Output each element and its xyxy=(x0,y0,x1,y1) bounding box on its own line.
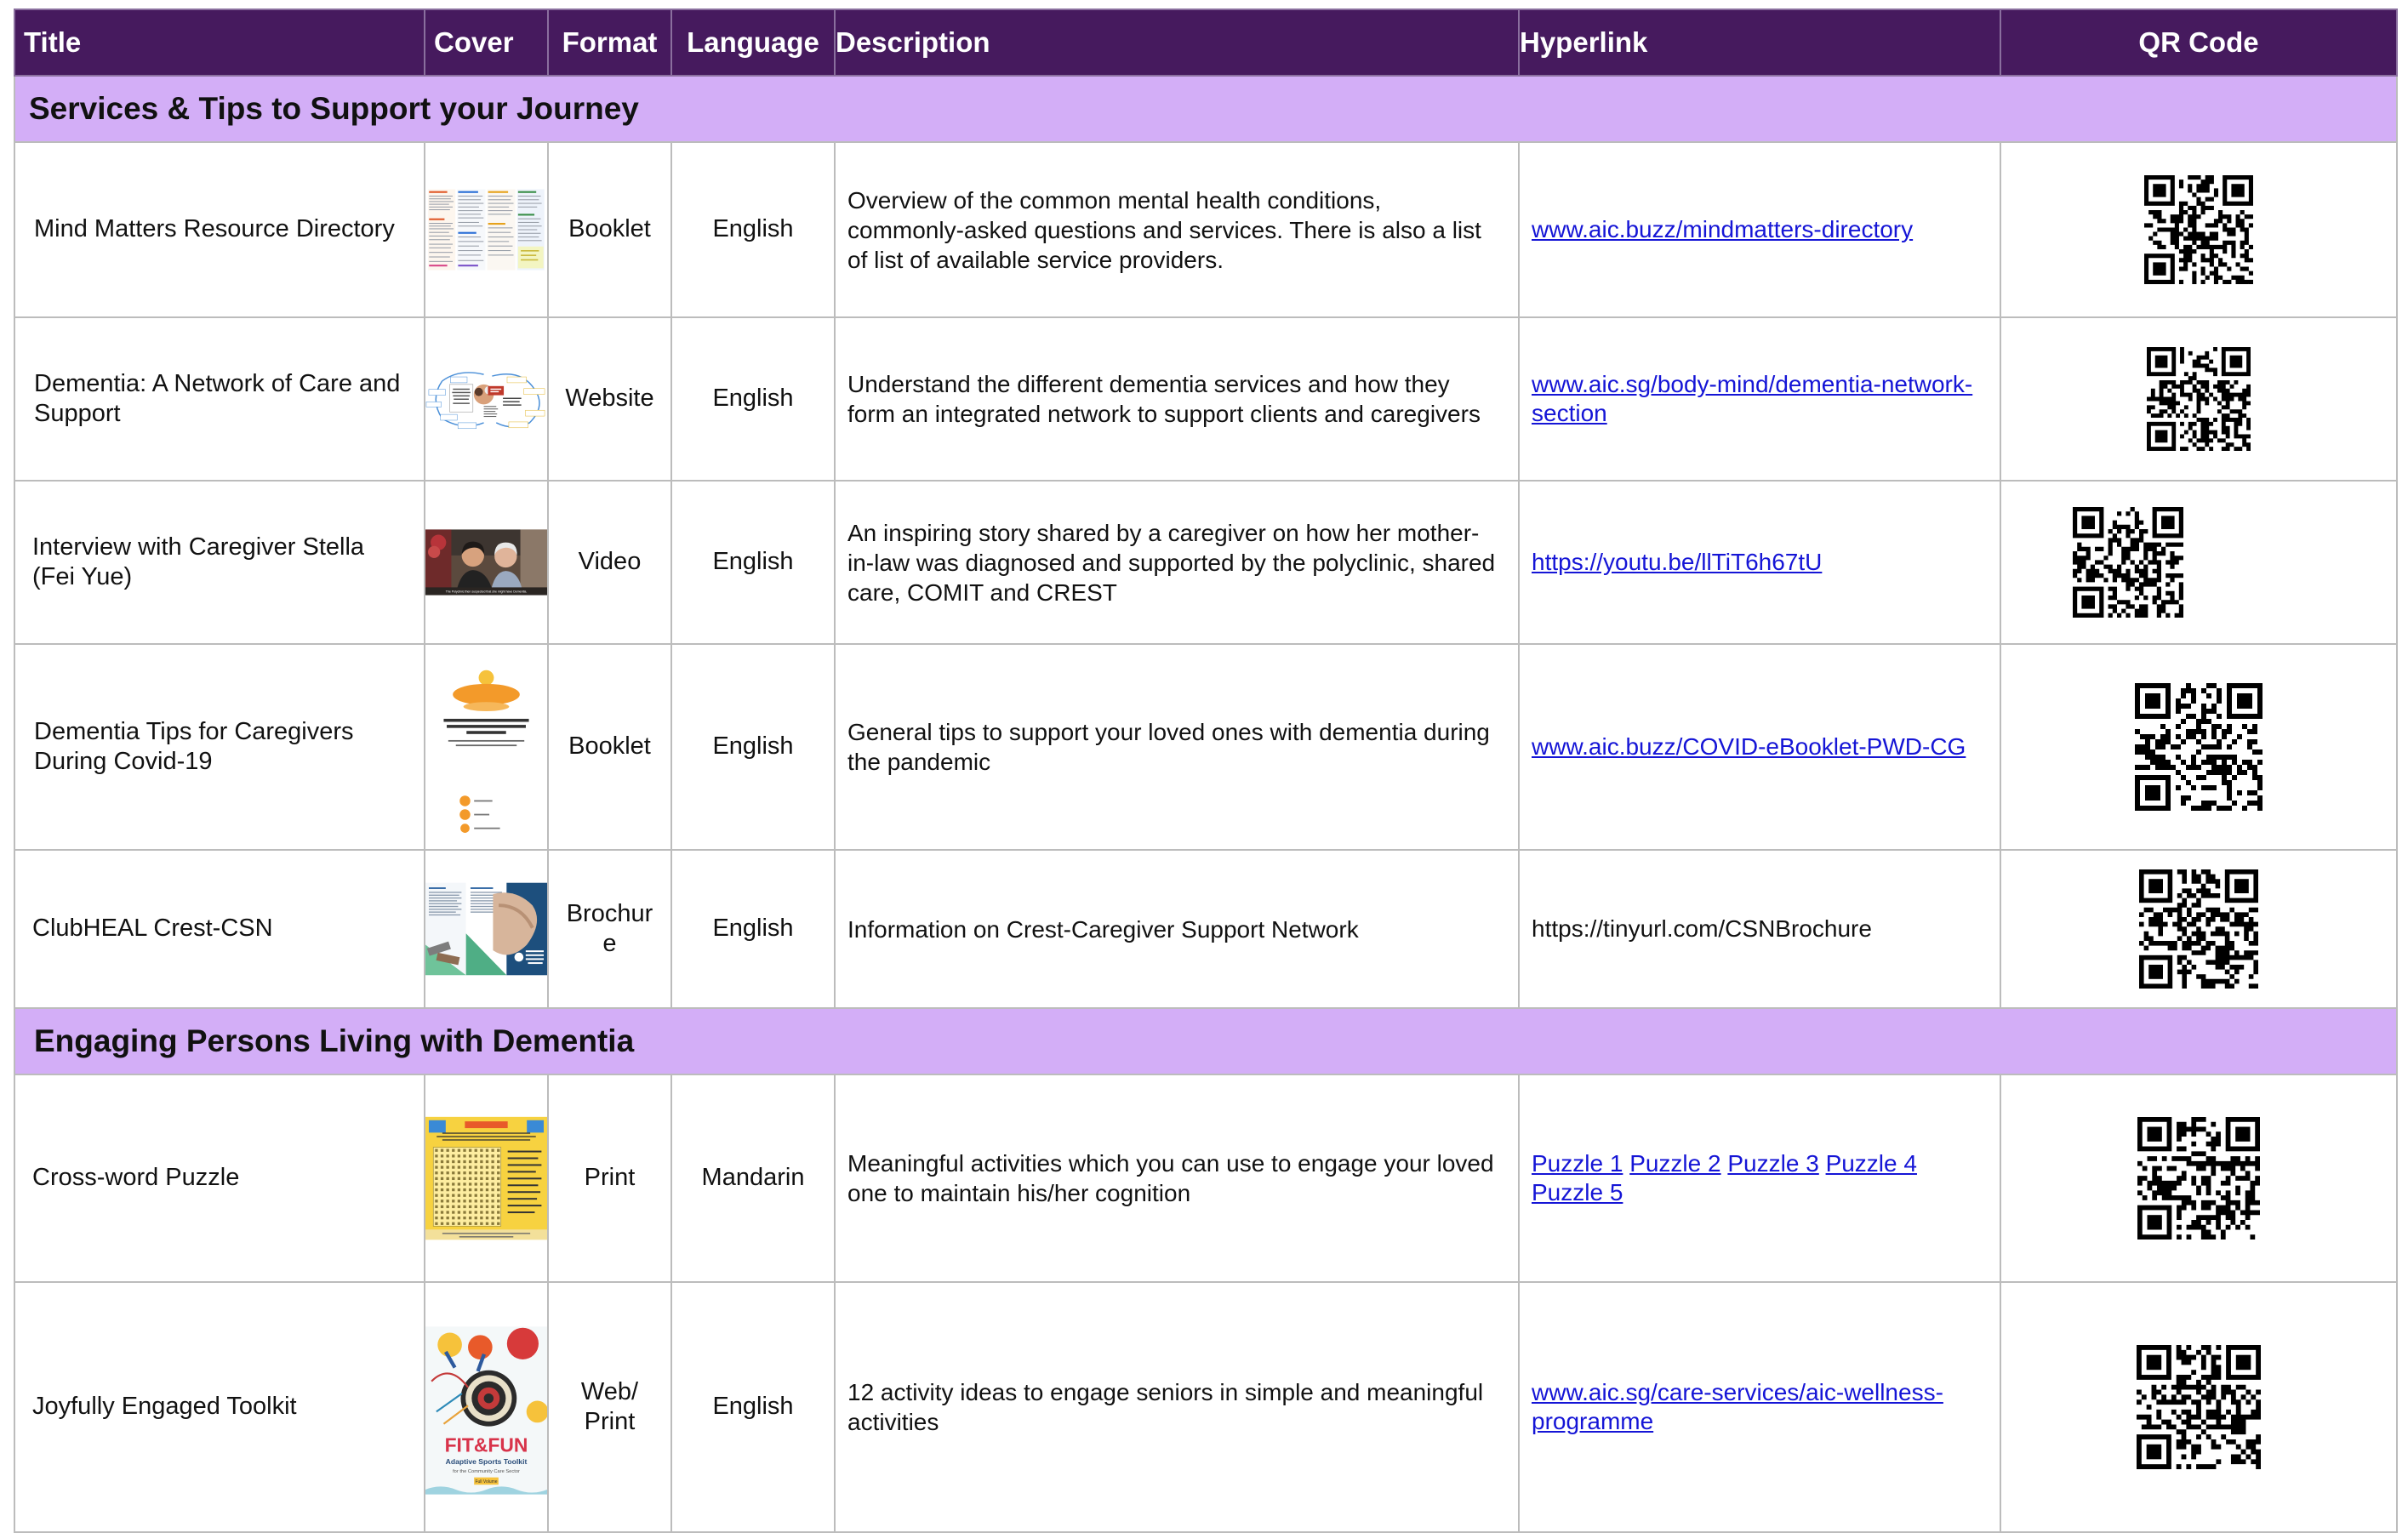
description-cell: Understand the different dementia servic… xyxy=(834,316,1520,482)
resource-link[interactable]: www.aic.buzz/COVID-eBooklet-PWD-CG xyxy=(1532,733,1966,760)
description-cell: Information on Crest-Caregiver Support N… xyxy=(834,849,1520,1009)
qr-cell xyxy=(2000,643,2398,851)
section-row: Engaging Persons Living with Dementia xyxy=(14,1007,2398,1075)
resource-table: Title Cover Format Language Description … xyxy=(14,9,2398,1533)
directory-cover-image xyxy=(425,186,547,273)
puzzle-3-link[interactable]: Puzzle 3 xyxy=(1727,1150,1818,1177)
puzzle-1-link[interactable]: Puzzle 1 xyxy=(1532,1150,1623,1177)
format-cell: Video xyxy=(547,480,672,645)
qr-code-icon xyxy=(2144,175,2253,284)
header-qr-code: QR Code xyxy=(2000,9,2398,77)
resource-link[interactable]: www.aic.sg/care-services/aic-wellness-pr… xyxy=(1532,1379,1943,1434)
qr-cell xyxy=(2000,141,2398,318)
puzzle-2-link[interactable]: Puzzle 2 xyxy=(1629,1150,1720,1177)
resource-title: Cross-word Puzzle xyxy=(14,1074,425,1283)
format-cell: Brochure xyxy=(547,849,672,1009)
puzzle-4-link[interactable]: Puzzle 4 xyxy=(1826,1150,1917,1177)
table-row: Dementia Tips for Caregivers During Covi… xyxy=(14,643,2398,851)
table-row: Joyfully Engaged Toolkit FIT&FUN Adaptiv… xyxy=(14,1281,2398,1533)
qr-code-icon xyxy=(2073,507,2183,618)
hyperlink-cell: www.aic.buzz/COVID-eBooklet-PWD-CG xyxy=(1518,643,2001,851)
toolkit-cover-subtitle: Adaptive Sports Toolkit xyxy=(446,1457,528,1466)
table-row: Dementia: A Network of Care and Support xyxy=(14,316,2398,482)
resource-title: ClubHEAL Crest-CSN xyxy=(14,849,425,1009)
table-row: Cross-word Puzzle Print Mandarin Meaning… xyxy=(14,1074,2398,1283)
cover-image: FIT&FUN Adaptive Sports Toolkit for the … xyxy=(424,1281,549,1533)
table-row: ClubHEAL Crest-CSN Brochure English Info… xyxy=(14,849,2398,1009)
description-cell: An inspiring story shared by a caregiver… xyxy=(834,480,1520,645)
video-caption: The Polyclinic then suspected that she m… xyxy=(446,590,528,593)
hyperlink-cell: Puzzle 1 Puzzle 2 Puzzle 3 Puzzle 4 Puzz… xyxy=(1518,1074,2001,1283)
resource-title: Joyfully Engaged Toolkit xyxy=(14,1281,425,1533)
qr-code-icon xyxy=(2137,1117,2260,1240)
format-cell: Web/ Print xyxy=(547,1281,672,1533)
language-cell: English xyxy=(670,849,836,1009)
cover-image: The Polyclinic then suspected that she m… xyxy=(424,480,549,645)
resource-title: Interview with Caregiver Stella (Fei Yue… xyxy=(14,480,425,645)
brochure-cover xyxy=(425,882,547,976)
section-row: Services & Tips to Support your Journey xyxy=(14,75,2398,143)
section-heading: Services & Tips to Support your Journey xyxy=(14,75,2398,143)
qr-cell xyxy=(2000,480,2398,645)
qr-cell xyxy=(2000,316,2398,482)
table-row: Mind Matters Resource Directory Booklet … xyxy=(14,141,2398,318)
description-cell: Overview of the common mental health con… xyxy=(834,141,1520,318)
video-thumbnail: The Polyclinic then suspected that she m… xyxy=(425,529,547,596)
toolkit-cover-badge: Full Volume xyxy=(475,1479,497,1485)
language-cell: English xyxy=(670,1281,836,1533)
format-cell: Website xyxy=(547,316,672,482)
description-cell: General tips to support your loved ones … xyxy=(834,643,1520,851)
language-cell: Mandarin xyxy=(670,1074,836,1283)
resource-link-text: https://tinyurl.com/CSNBrochure xyxy=(1532,915,1872,942)
cover-image xyxy=(424,1074,549,1283)
qr-code-icon xyxy=(2137,1345,2261,1469)
resource-link[interactable]: www.aic.sg/body-mind/dementia-network-se… xyxy=(1532,371,1972,426)
qr-code-icon xyxy=(2139,869,2258,989)
resource-title: Mind Matters Resource Directory xyxy=(14,141,425,318)
puzzle-cover xyxy=(425,1116,547,1240)
language-cell: English xyxy=(670,316,836,482)
format-cell: Booklet xyxy=(547,141,672,318)
language-cell: English xyxy=(670,643,836,851)
table-row: Interview with Caregiver Stella (Fei Yue… xyxy=(14,480,2398,645)
network-cover-image xyxy=(425,364,547,434)
description-cell: 12 activity ideas to engage seniors in s… xyxy=(834,1281,1520,1533)
header-hyperlink: Hyperlink xyxy=(1518,9,2001,77)
header-format: Format xyxy=(547,9,672,77)
description-cell: Meaningful activities which you can use … xyxy=(834,1074,1520,1283)
qr-cell xyxy=(2000,1074,2398,1283)
hyperlink-cell: https://tinyurl.com/CSNBrochure xyxy=(1518,849,2001,1009)
header-title: Title xyxy=(14,9,425,77)
resource-title: Dementia Tips for Caregivers During Covi… xyxy=(14,643,425,851)
qr-code-icon xyxy=(2135,683,2262,811)
resource-link[interactable]: www.aic.buzz/mindmatters-directory xyxy=(1532,216,1913,242)
format-cell: Booklet xyxy=(547,643,672,851)
language-cell: English xyxy=(670,480,836,645)
qr-cell xyxy=(2000,849,2398,1009)
cover-image xyxy=(424,643,549,851)
hyperlink-cell: www.aic.sg/care-services/aic-wellness-pr… xyxy=(1518,1281,2001,1533)
cover-image xyxy=(424,141,549,318)
cover-image xyxy=(424,316,549,482)
hyperlink-cell: https://youtu.be/llTiT6h67tU xyxy=(1518,480,2001,645)
resource-link[interactable]: https://youtu.be/llTiT6h67tU xyxy=(1532,549,1822,575)
toolkit-cover-note: for the Community Care Sector xyxy=(453,1469,520,1474)
section-heading: Engaging Persons Living with Dementia xyxy=(14,1007,2398,1075)
qr-cell xyxy=(2000,1281,2398,1533)
header-description: Description xyxy=(834,9,1520,77)
hyperlink-cell: www.aic.buzz/mindmatters-directory xyxy=(1518,141,2001,318)
toolkit-cover-title: FIT&FUN xyxy=(445,1434,528,1456)
header-row: Title Cover Format Language Description … xyxy=(14,9,2398,77)
format-cell: Print xyxy=(547,1074,672,1283)
qr-code-icon xyxy=(2147,347,2251,451)
puzzle-5-link[interactable]: Puzzle 5 xyxy=(1532,1179,1623,1205)
resource-title: Dementia: A Network of Care and Support xyxy=(14,316,425,482)
covid-booklet-cover xyxy=(425,661,547,833)
header-cover: Cover xyxy=(424,9,549,77)
header-language: Language xyxy=(670,9,836,77)
language-cell: English xyxy=(670,141,836,318)
cover-image xyxy=(424,849,549,1009)
toolkit-cover: FIT&FUN Adaptive Sports Toolkit for the … xyxy=(425,1326,547,1495)
hyperlink-cell: www.aic.sg/body-mind/dementia-network-se… xyxy=(1518,316,2001,482)
